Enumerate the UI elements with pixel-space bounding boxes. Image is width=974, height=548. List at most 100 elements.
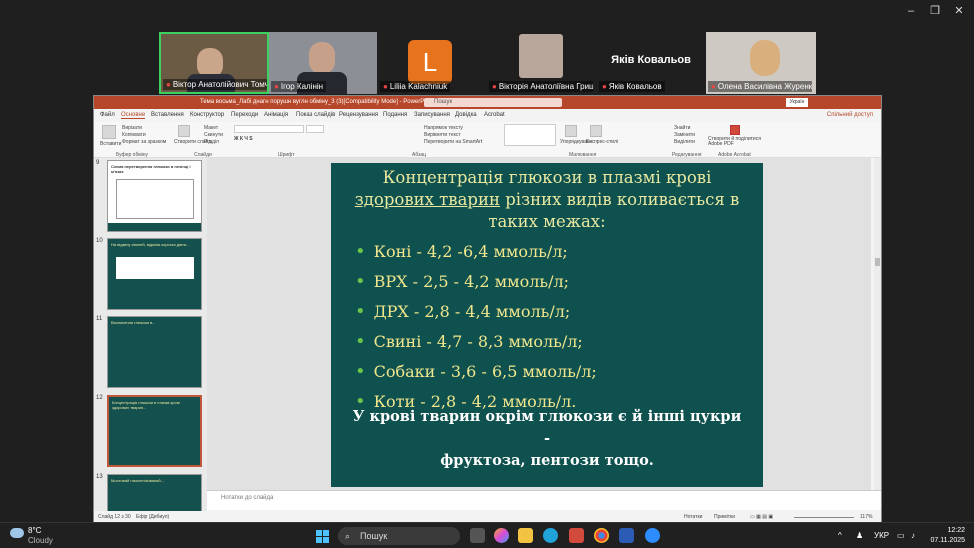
bullet-dot-icon: •: [355, 331, 366, 352]
participant-tile[interactable]: Яків Ковальов ● Яків Ковальов: [597, 32, 705, 94]
scrollbar-thumb[interactable]: [875, 258, 880, 266]
tab-review[interactable]: Рецензування: [339, 112, 378, 118]
thumb-number: 12: [96, 395, 103, 401]
notification-icon[interactable]: ♟: [856, 531, 863, 540]
tab-home[interactable]: Основне: [121, 112, 146, 119]
adobe-pdf-button[interactable]: Створити й поділитися Adobe PDF: [708, 137, 768, 147]
profile-photo: [519, 34, 563, 78]
reset-button[interactable]: Скинути: [204, 132, 223, 138]
text-direction-button[interactable]: Напрямок тексту: [424, 125, 463, 131]
weather-widget[interactable]: 8°C Cloudy: [10, 526, 53, 546]
paste-icon[interactable]: [102, 125, 116, 139]
network-icon[interactable]: ▭: [897, 531, 905, 540]
tab-design[interactable]: Конструктор: [190, 112, 224, 118]
slide-title[interactable]: Концентрація глюкози в плазмі крові здор…: [345, 167, 749, 233]
cut-button[interactable]: Вирізати: [122, 125, 142, 131]
edge-icon[interactable]: [543, 528, 558, 543]
tab-transitions[interactable]: Переходи: [231, 112, 258, 118]
tab-slide-show[interactable]: Показ слайдів: [296, 112, 335, 118]
section-button[interactable]: Розділ: [204, 139, 219, 145]
tab-help[interactable]: Довідка: [455, 112, 477, 118]
note-line-2: фруктоза, пентози тощо.: [440, 452, 654, 469]
layout-button[interactable]: Макет: [204, 125, 218, 131]
participant-tile[interactable]: L ● Liliia Kalachniuk: [378, 32, 486, 94]
task-view-icon[interactable]: [470, 528, 485, 543]
minimize-icon[interactable]: –: [904, 4, 918, 18]
bullet-dot-icon: •: [355, 241, 366, 262]
new-slide-icon[interactable]: [178, 125, 190, 137]
copy-button[interactable]: Копіювати: [122, 132, 146, 138]
paste-label[interactable]: Вставити: [100, 141, 121, 147]
thumb-text: На відміну свиней, відміна коротка діяти…: [111, 242, 190, 247]
replace-button[interactable]: Замінити: [674, 132, 695, 138]
slide-thumbnail-selected[interactable]: Концентрація глюкози в плазмі крові здор…: [107, 395, 202, 467]
zoom-top-bar: – ❐ ✕: [0, 0, 974, 26]
windows-start-icon[interactable]: [316, 530, 329, 543]
maximize-icon[interactable]: ❐: [928, 4, 942, 18]
tab-view[interactable]: Подання: [383, 112, 407, 118]
slide-note-text[interactable]: У крові тварин окрім глюкози є й інші цу…: [351, 406, 743, 472]
face-image: [309, 42, 335, 74]
select-button[interactable]: Виділити: [674, 139, 695, 145]
current-slide[interactable]: Концентрація глюкози в плазмі крові здор…: [331, 163, 763, 487]
zoom-level[interactable]: 117%: [860, 514, 872, 520]
store-icon[interactable]: [569, 528, 584, 543]
input-language[interactable]: УКР: [874, 531, 889, 540]
quick-styles-button[interactable]: Експрес-стилі: [586, 139, 618, 145]
adobe-pdf-icon[interactable]: [730, 125, 740, 135]
tab-animations[interactable]: Анімація: [264, 112, 288, 118]
word-icon[interactable]: [619, 528, 634, 543]
vertical-scrollbar[interactable]: [874, 158, 881, 490]
slide-thumbnail[interactable]: На відміну свиней, відміна коротка діяти…: [107, 238, 202, 310]
volume-icon[interactable]: ♪: [911, 531, 915, 540]
zoom-icon[interactable]: [645, 528, 660, 543]
comments-toggle[interactable]: Примітки: [714, 514, 735, 520]
chevron-up-icon[interactable]: ^: [838, 531, 842, 540]
slide-thumbnail[interactable]: Визначення глюкози в...: [107, 316, 202, 388]
participant-tile[interactable]: ● Ігор Калінін: [269, 32, 377, 94]
font-size-select[interactable]: [306, 125, 324, 133]
tab-recording[interactable]: Записування: [414, 112, 450, 118]
bullet-dot-icon: •: [355, 271, 366, 292]
notes-toggle[interactable]: Нотатки: [684, 514, 702, 520]
file-explorer-icon[interactable]: [518, 528, 533, 543]
notes-pane[interactable]: Нотатки до слайда: [207, 490, 881, 510]
bold-button[interactable]: Ж К Ч S: [234, 136, 253, 142]
face-image: [750, 40, 780, 76]
zoom-slider[interactable]: [794, 517, 854, 518]
thumb-number: 11: [96, 316, 103, 322]
bullet-list[interactable]: • Коні - 4,2 -6,4 ммоль/л; • ВРХ - 2,5 - 4…: [355, 237, 745, 417]
clock[interactable]: 12:22 07.11.2025: [925, 526, 965, 546]
taskbar-search[interactable]: ⌕ Пошук: [338, 527, 460, 545]
share-button[interactable]: Спільний доступ: [827, 112, 873, 118]
tab-insert[interactable]: Вставлення: [151, 112, 184, 118]
participant-tile[interactable]: ●Вікторія Анатоліївна Грище...: [487, 32, 595, 94]
notes-placeholder: Нотатки до слайда: [221, 495, 274, 501]
slide-thumbnail[interactable]: Мостовий гомогенізований…: [107, 474, 202, 512]
align-text-button[interactable]: Вирівняти текст: [424, 132, 461, 138]
mic-muted-icon: ●: [492, 82, 497, 91]
bullet-item: • Собаки - 3,6 - 6,5 ммоль/л;: [355, 361, 597, 382]
smartart-button[interactable]: Перетворити на SmartArt: [424, 139, 482, 145]
copilot-icon[interactable]: [494, 528, 509, 543]
tab-file[interactable]: Файл: [100, 112, 115, 118]
font-name-select[interactable]: [234, 125, 304, 133]
language-indicator[interactable]: Ефір (Дибиул): [136, 514, 169, 520]
participant-tile[interactable]: ● Віктор Анатолійович Томчук: [159, 32, 269, 94]
format-painter-button[interactable]: Формат за зразком: [122, 139, 166, 145]
close-icon[interactable]: ✕: [952, 4, 966, 18]
thumb-table: [116, 257, 194, 279]
search-box[interactable]: Пошук: [424, 98, 562, 107]
find-button[interactable]: Знайти: [674, 125, 690, 131]
chrome-icon[interactable]: [594, 528, 609, 543]
participant-tile[interactable]: ● Олена Василівна Журенко: [706, 32, 816, 94]
view-buttons[interactable]: ▭ ▦ ▤ ▣: [750, 514, 773, 520]
weather-condition: Cloudy: [28, 536, 53, 545]
shapes-gallery[interactable]: [504, 124, 556, 146]
tab-acrobat[interactable]: Acrobat: [484, 112, 505, 118]
quick-styles-icon[interactable]: [590, 125, 602, 137]
user-button[interactable]: Україн: [786, 98, 808, 107]
participant-name: ● Liliia Kalachniuk: [380, 81, 451, 92]
slide-thumbnail[interactable]: Схема перетворення глюкози в печінці і м…: [107, 160, 202, 232]
arrange-icon[interactable]: [565, 125, 577, 137]
